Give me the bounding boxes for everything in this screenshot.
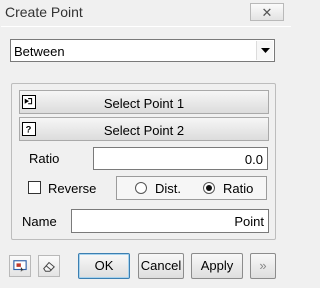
select-point-2-label: Select Point 2 (103, 123, 185, 138)
ratio-value: 0.0 (244, 152, 263, 167)
name-label: Name (22, 214, 57, 229)
screen-capture-button[interactable] (9, 255, 31, 277)
ok-button[interactable]: OK (78, 253, 130, 279)
ratio-input[interactable]: 0.0 (93, 147, 268, 170)
method-dropdown-value: Between (14, 44, 65, 59)
cancel-button[interactable]: Cancel (138, 253, 184, 279)
ratio-radio[interactable] (203, 182, 215, 194)
reverse-label: Reverse (48, 181, 97, 196)
method-dropdown[interactable]: Between (10, 39, 275, 62)
dist-radio[interactable] (135, 182, 147, 194)
screen-capture-icon (13, 260, 27, 273)
title-bar: Create Point ✕ (0, 0, 292, 26)
ratio-label: Ratio (29, 151, 60, 166)
close-button[interactable]: ✕ (250, 3, 284, 21)
select-point-1-button[interactable]: Select Point 1 (19, 90, 269, 114)
window-title: Create Point (5, 4, 83, 20)
select-point-2-button[interactable]: ? Select Point 2 (19, 117, 269, 141)
close-icon: ✕ (261, 4, 273, 20)
mode-radio-group: Dist. Ratio (116, 176, 267, 200)
eraser-icon (43, 261, 55, 272)
ratio-radio-label: Ratio (223, 181, 254, 196)
select-point-1-label: Select Point 1 (103, 96, 185, 111)
apply-button[interactable]: Apply (191, 253, 243, 279)
name-input[interactable]: Point (71, 209, 269, 233)
reverse-checkbox[interactable] (28, 181, 41, 194)
name-value: Point (234, 214, 264, 229)
eraser-button[interactable] (38, 255, 60, 277)
more-button[interactable]: » (250, 253, 276, 279)
dist-radio-label: Dist. (155, 181, 181, 196)
chevron-down-icon[interactable] (256, 41, 273, 60)
